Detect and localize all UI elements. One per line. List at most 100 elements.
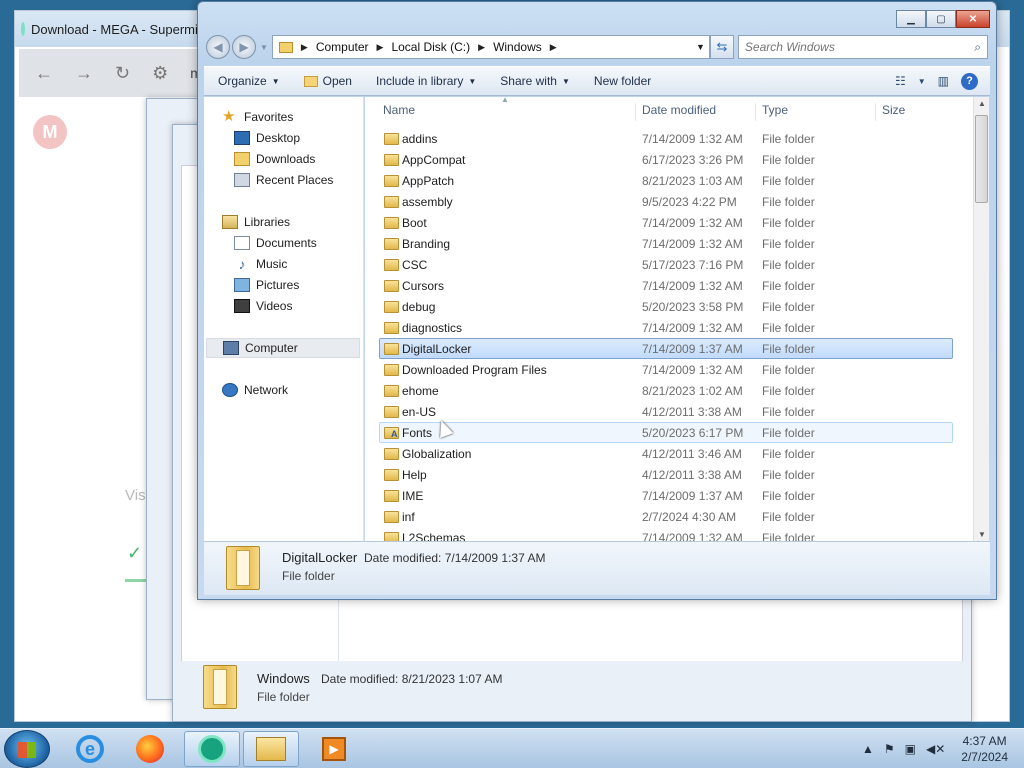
nav-desktop[interactable]: Desktop <box>234 128 300 148</box>
new-folder-button[interactable]: New folder <box>580 74 661 88</box>
file-row[interactable]: DigitalLocker 7/14/2009 1:37 AM File folde… <box>379 338 953 359</box>
help-icon[interactable]: ? <box>961 72 978 90</box>
forward-button[interactable]: ▶ <box>232 35 256 59</box>
file-row[interactable]: IME 7/14/2009 1:37 AM File folder <box>379 485 953 506</box>
volume-muted-icon[interactable]: ◀✕ <box>926 742 945 756</box>
column-name[interactable]: Name <box>377 103 415 121</box>
file-row[interactable]: AppCompat 6/17/2023 3:26 PM File folder <box>379 149 953 170</box>
file-date: 5/17/2023 7:16 PM <box>642 257 744 272</box>
vertical-scrollbar[interactable]: ▲ ▼ <box>973 97 989 541</box>
nav-libraries[interactable]: Libraries <box>222 212 290 232</box>
folder-icon <box>384 343 399 355</box>
file-type: File folder <box>762 215 815 230</box>
file-row[interactable]: assembly 9/5/2023 4:22 PM File folder <box>379 191 953 212</box>
taskbar-internet-explorer[interactable]: e <box>62 731 118 767</box>
change-view-icon[interactable]: ☷ <box>895 74 906 88</box>
back-icon[interactable]: ← <box>35 63 53 84</box>
forward-icon[interactable]: → <box>75 63 93 84</box>
nav-videos[interactable]: Videos <box>234 296 292 316</box>
scroll-down-icon[interactable]: ▼ <box>978 530 986 539</box>
column-type[interactable]: Type <box>755 103 788 121</box>
preview-pane-icon[interactable]: ▥ <box>938 74 949 88</box>
breadcrumb-separator-icon[interactable]: ▶ <box>301 42 308 53</box>
reload-icon[interactable]: ↻ <box>115 63 130 84</box>
share-with-button[interactable]: Share with ▼ <box>486 74 580 88</box>
site-settings-icon[interactable]: ⚙ <box>152 63 168 84</box>
file-row[interactable]: diagnostics 7/14/2009 1:32 AM File folder <box>379 317 953 338</box>
nav-music[interactable]: ♪ Music <box>234 254 288 274</box>
recent-pages-dropdown[interactable]: ▼ <box>260 43 268 52</box>
network-status-icon[interactable]: ▣ <box>905 742 916 756</box>
file-row[interactable]: L2Schemas 7/14/2009 1:32 AM File folder <box>379 527 953 541</box>
file-row[interactable]: ehome 8/21/2023 1:02 AM File folder <box>379 380 953 401</box>
downloads-folder-icon <box>234 152 250 166</box>
search-icon[interactable]: ⌕ <box>974 40 987 55</box>
action-center-flag-icon[interactable]: ⚑ <box>884 742 895 756</box>
file-date: 4/12/2011 3:38 AM <box>642 404 742 419</box>
search-box[interactable]: ⌕ <box>737 35 988 59</box>
file-name: Boot <box>402 215 427 230</box>
file-row[interactable]: Branding 7/14/2009 1:32 AM File folder <box>379 233 953 254</box>
column-size[interactable]: Size <box>875 103 905 121</box>
file-name: Globalization <box>402 446 472 461</box>
organize-button[interactable]: Organize ▼ <box>204 74 290 88</box>
file-row[interactable]: CSC 5/17/2023 7:16 PM File folder <box>379 254 953 275</box>
include-in-library-button[interactable]: Include in library ▼ <box>362 74 486 88</box>
file-row[interactable]: en-US 4/12/2011 3:38 AM File folder <box>379 401 953 422</box>
maximize-button[interactable]: ▢ <box>926 10 956 28</box>
taskbar-media-player[interactable]: ▶ <box>306 731 362 767</box>
file-row[interactable]: Globalization 4/12/2011 3:46 AM File folde… <box>379 443 953 464</box>
file-row[interactable]: addins 7/14/2009 1:32 AM File folder <box>379 128 953 149</box>
breadcrumb-separator-icon[interactable]: ▶ <box>377 42 384 53</box>
file-row[interactable]: Boot 7/14/2009 1:32 AM File folder <box>379 212 953 233</box>
breadcrumb-separator-icon[interactable]: ▶ <box>478 42 485 53</box>
star-icon: ★ <box>222 108 236 125</box>
file-row[interactable]: AppPatch 8/21/2023 1:03 AM File folder <box>379 170 953 191</box>
explorer-window: ▁ ▢ ✕ ◀ ▶ ▼ ▶ Computer ▶ Local Disk (C:)… <box>197 1 997 600</box>
back-button[interactable]: ◀ <box>206 35 230 59</box>
breadcrumb-separator-icon[interactable]: ▶ <box>550 42 557 53</box>
nav-pictures[interactable]: Pictures <box>234 275 299 295</box>
view-dropdown-icon[interactable]: ▼ <box>918 77 926 86</box>
nav-favorites[interactable]: ★ Favorites <box>222 107 293 127</box>
file-row[interactable]: Cursors 7/14/2009 1:32 AM File folder <box>379 275 953 296</box>
start-button[interactable] <box>4 730 50 768</box>
file-row[interactable]: debug 5/20/2023 3:58 PM File folder <box>379 296 953 317</box>
folder-icon <box>384 406 399 418</box>
show-hidden-icons-icon[interactable]: ▲ <box>862 742 874 756</box>
system-tray: ▲ ⚑ ▣ ◀✕ 4:37 AM 2/7/2024 <box>862 729 1024 768</box>
scroll-up-icon[interactable]: ▲ <box>978 99 986 108</box>
file-row[interactable]: Help 4/12/2011 3:38 AM File folder <box>379 464 953 485</box>
address-dropdown-icon[interactable]: ▼ <box>696 42 709 52</box>
address-bar[interactable]: ▶ Computer ▶ Local Disk (C:) ▶ Windows ▶… <box>271 35 710 59</box>
taskbar-firefox[interactable] <box>122 731 178 767</box>
folder-icon <box>384 196 399 208</box>
nav-recent-places[interactable]: Recent Places <box>234 170 333 190</box>
nav-documents[interactable]: Documents <box>234 233 317 253</box>
navigation-row: ◀ ▶ ▼ ▶ Computer ▶ Local Disk (C:) ▶ Win… <box>206 34 988 60</box>
breadcrumb-computer[interactable]: Computer <box>316 40 369 54</box>
nav-network[interactable]: Network <box>222 380 288 400</box>
file-date: 4/12/2011 3:46 AM <box>642 446 742 461</box>
clock[interactable]: 4:37 AM 2/7/2024 <box>955 733 1008 765</box>
browser-tab[interactable]: Download - MEGA - Supermiu <box>21 22 201 37</box>
scroll-thumb[interactable] <box>975 115 988 203</box>
nav-computer[interactable]: Computer <box>206 338 360 358</box>
file-row[interactable]: Fonts 5/20/2023 6:17 PM File folder <box>379 422 953 443</box>
column-date-modified[interactable]: Date modified <box>635 103 716 121</box>
file-row[interactable]: Downloaded Program Files 7/14/2009 1:32 A… <box>379 359 953 380</box>
minimize-button[interactable]: ▁ <box>896 10 926 28</box>
taskbar-browser[interactable] <box>184 731 240 767</box>
breadcrumb-local-disk[interactable]: Local Disk (C:) <box>391 40 470 54</box>
file-type: File folder <box>762 194 815 209</box>
nav-downloads[interactable]: Downloads <box>234 149 315 169</box>
taskbar-windows-explorer[interactable] <box>243 731 299 767</box>
search-input[interactable] <box>744 40 975 54</box>
breadcrumb-windows[interactable]: Windows <box>493 40 542 54</box>
file-row[interactable]: inf 2/7/2024 4:30 AM File folder <box>379 506 953 527</box>
file-type: File folder <box>762 320 815 335</box>
refresh-button[interactable]: ⇆ <box>709 35 734 59</box>
browser-partial-text: Vis <box>125 487 146 504</box>
open-button[interactable]: Open <box>290 74 362 88</box>
close-button[interactable]: ✕ <box>956 10 990 28</box>
